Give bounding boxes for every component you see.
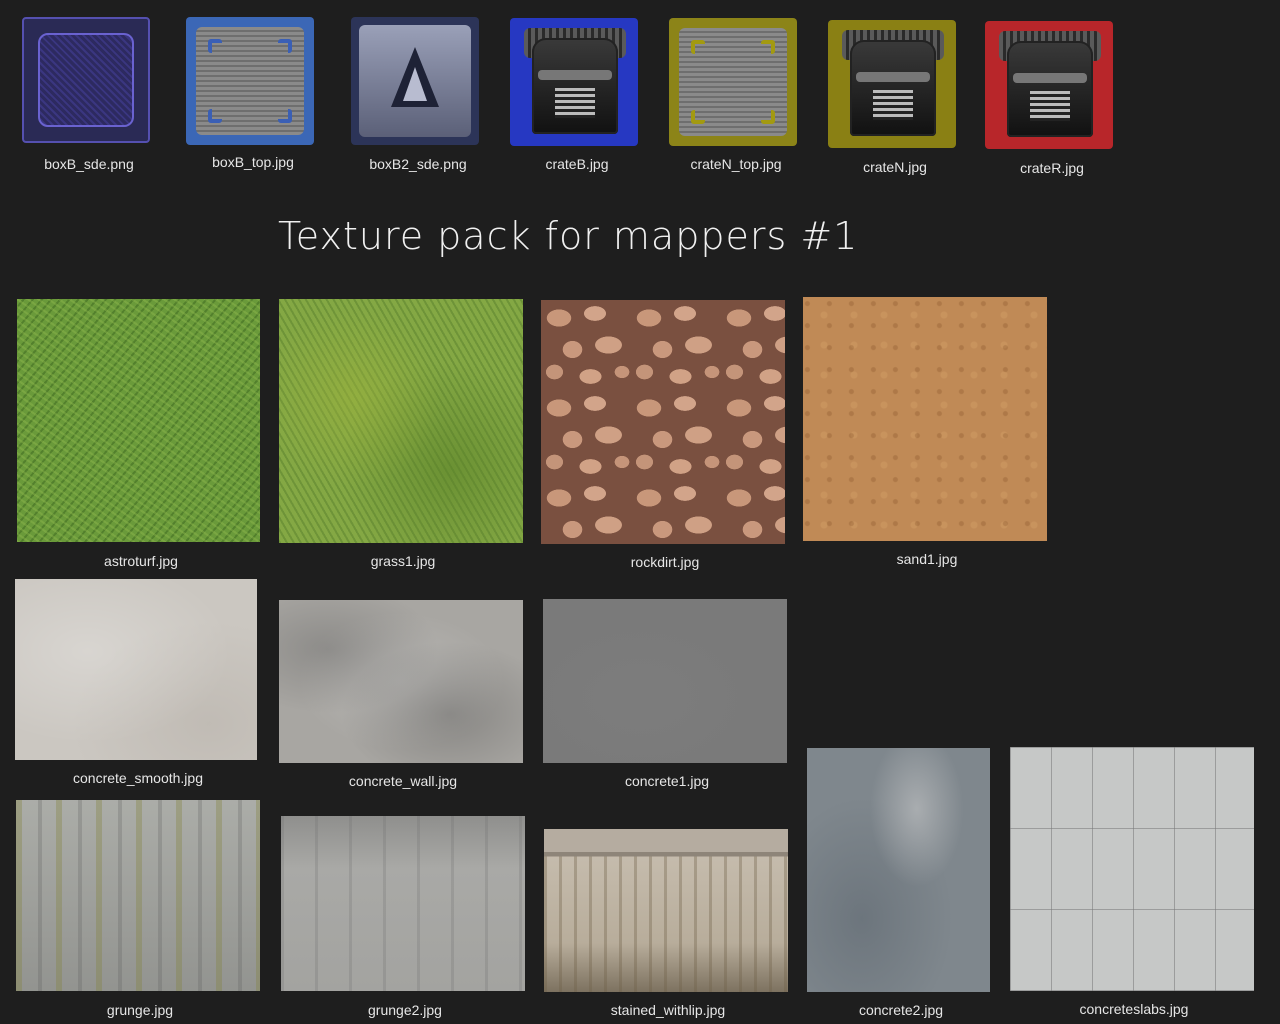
texture-label: concrete_wall.jpg	[348, 773, 458, 789]
concrete-wall-thumbnail[interactable]	[279, 600, 523, 763]
grunge2-thumbnail[interactable]	[281, 816, 525, 991]
texture-label: sand1.jpg	[896, 551, 958, 567]
texture-label: concreteslabs.jpg	[1079, 1001, 1189, 1017]
boxB2-sde-thumbnail[interactable]	[351, 17, 479, 145]
boxB-top-thumbnail[interactable]	[186, 17, 314, 145]
texture-label: astroturf.jpg	[104, 553, 178, 569]
stained-withlip-thumbnail[interactable]	[544, 829, 788, 992]
icon-label: boxB2_sde.png	[369, 156, 467, 172]
texture-label: stained_withlip.jpg	[610, 1002, 726, 1018]
crateB-thumbnail[interactable]	[510, 18, 638, 146]
grunge-thumbnail[interactable]	[16, 800, 260, 991]
texture-label: concrete2.jpg	[858, 1002, 944, 1018]
boxB-sde-thumbnail[interactable]	[22, 17, 150, 143]
concrete-smooth-thumbnail[interactable]	[15, 579, 257, 760]
page-title: Texture pack for mappers #1	[278, 214, 859, 258]
sand1-thumbnail[interactable]	[803, 297, 1047, 541]
texture-label: grunge.jpg	[106, 1002, 174, 1018]
crateN-top-thumbnail[interactable]	[669, 18, 797, 146]
rockdirt-thumbnail[interactable]	[541, 300, 785, 544]
texture-label: grunge2.jpg	[368, 1002, 442, 1018]
icon-label: boxB_sde.png	[44, 156, 134, 172]
crateR-thumbnail[interactable]	[985, 21, 1113, 149]
icon-label: crateN.jpg	[863, 159, 927, 175]
icon-label: crateB.jpg	[545, 156, 609, 172]
texture-label: grass1.jpg	[370, 553, 436, 569]
texture-label: rockdirt.jpg	[630, 554, 700, 570]
icon-label: crateN_top.jpg	[690, 156, 782, 172]
texture-label: concrete1.jpg	[624, 773, 710, 789]
astroturf-thumbnail[interactable]	[17, 299, 260, 542]
concrete1-thumbnail[interactable]	[543, 599, 787, 763]
icon-label: crateR.jpg	[1020, 160, 1084, 176]
concreteslabs-thumbnail[interactable]	[1010, 747, 1254, 991]
concrete2-thumbnail[interactable]	[807, 748, 990, 992]
texture-label: concrete_smooth.jpg	[73, 770, 203, 786]
grass1-thumbnail[interactable]	[279, 299, 523, 543]
crateN-thumbnail[interactable]	[828, 20, 956, 148]
icon-label: boxB_top.jpg	[212, 154, 294, 170]
